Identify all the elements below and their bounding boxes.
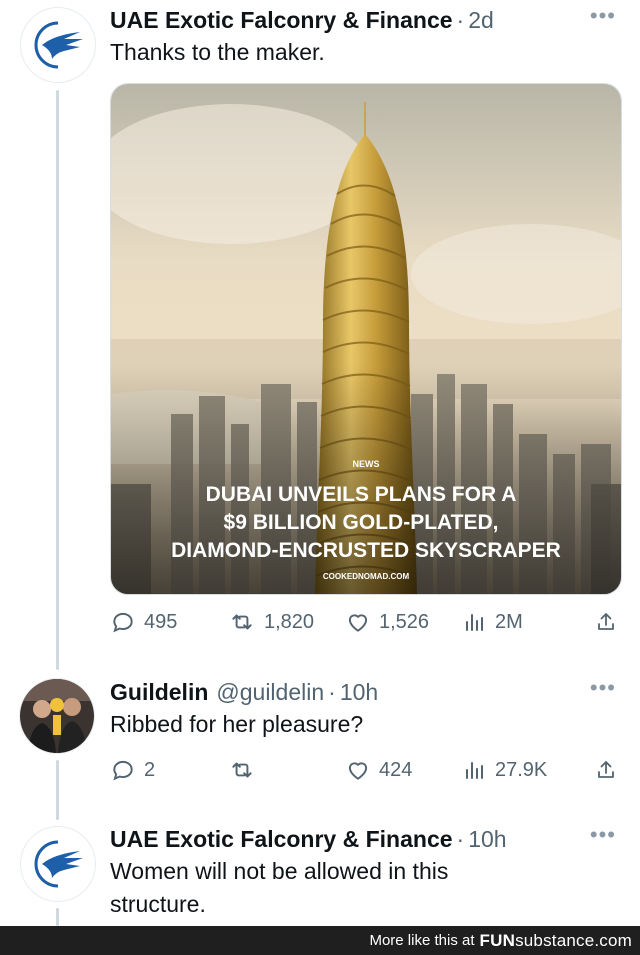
separator-dot: · [328,679,336,705]
tweet-header: Guildelin @guildelin · 10h [110,678,622,706]
retweet-icon [232,762,252,778]
tweet-header: UAE Exotic Falconry & Finance · 2d [110,6,622,34]
tweet-image[interactable]: NEWS DUBAI UNVEILS PLANS FOR A $9 BILLIO… [110,83,622,595]
views-button[interactable]: 2M [463,610,523,634]
like-button[interactable]: 1,526 [345,609,429,635]
skyscraper-image: NEWS DUBAI UNVEILS PLANS FOR A $9 BILLIO… [111,84,621,594]
tweet-1[interactable]: UAE Exotic Falconry & Finance · 2d ••• T… [110,5,622,69]
thread-line-3 [56,908,59,926]
share-icon [598,761,614,778]
headline-line-3: DIAMOND-ENCRUSTED SKYSCRAPER [171,539,561,562]
like-icon [348,614,368,632]
author-name[interactable]: Guildelin [110,678,208,706]
like-count: 1,526 [379,610,430,633]
tweet-text: Thanks to the maker. [110,39,325,65]
reply-count: 495 [144,610,178,633]
tweet-1-actions: 495 1,820 1,526 2M [110,608,618,636]
views-button[interactable]: 27.9K [463,758,547,782]
views-icon [466,614,483,631]
brand-logo: FUNsubstance.com [480,931,632,951]
retweet-icon [232,614,252,630]
views-icon [466,762,483,779]
headline-line-2: $9 BILLION GOLD-PLATED, [224,511,499,534]
like-count: 424 [379,758,413,781]
tweet-2[interactable]: Guildelin @guildelin · 10h ••• Ribbed fo… [110,677,622,741]
brand-tld: .com [594,930,632,950]
timestamp[interactable]: 10h [340,678,378,706]
separator-dot: · [456,7,465,33]
like-button[interactable]: 424 [345,757,412,783]
timestamp[interactable]: 10h [468,825,506,853]
reply-icon [113,760,133,781]
retweet-button[interactable] [228,757,256,783]
views-count: 27.9K [495,758,548,781]
reply-icon [113,612,133,633]
reply-button[interactable]: 2 [110,757,155,783]
reply-count: 2 [144,758,156,781]
author-name[interactable]: UAE Exotic Falconry & Finance [110,825,453,853]
thread-line-2 [56,760,59,820]
brand-main: FUN [479,930,516,950]
reply-button[interactable]: 495 [110,609,177,635]
more-icon[interactable]: ••• [590,824,616,846]
share-icon [598,613,614,630]
tweet-text: Women will not be allowed in this struct… [110,858,449,917]
retweet-count: 1,820 [264,610,315,633]
avatar-uae-falconry[interactable] [21,827,95,901]
author-name[interactable]: UAE Exotic Falconry & Finance [110,6,453,34]
tweet-text: Ribbed for her pleasure? [110,711,364,737]
thread-line-1 [56,90,59,670]
more-icon[interactable]: ••• [590,5,616,27]
views-count: 2M [495,610,523,633]
brand-sub: substance [515,930,595,950]
more-icon[interactable]: ••• [590,677,616,699]
headline-line-1: DUBAI UNVEILS PLANS FOR A [206,483,517,506]
falcon-logo-icon [34,21,83,69]
avatar-uae-falconry[interactable] [21,8,95,82]
watermark-footer: More like this at FUNsubstance.com [0,926,640,955]
tweet-3[interactable]: UAE Exotic Falconry & Finance · 10h ••• … [110,824,622,921]
news-tag: NEWS [353,459,380,469]
tweet-2-actions: 2 424 27.9K [110,756,618,784]
separator-dot: · [456,826,465,852]
like-icon [348,762,368,780]
share-button[interactable] [594,610,618,634]
footer-text: More like this at [369,932,475,949]
author-handle[interactable]: @guildelin [216,678,324,706]
retweet-button[interactable]: 1,820 [228,609,314,635]
avatar-guildelin[interactable] [20,679,94,753]
image-credit: COOKEDNOMAD.COM [323,572,410,581]
timestamp[interactable]: 2d [468,6,494,34]
profile-photo [20,679,94,753]
share-button[interactable] [594,758,618,782]
tweet-header: UAE Exotic Falconry & Finance · 10h [110,825,622,853]
falcon-logo-icon [34,840,83,888]
